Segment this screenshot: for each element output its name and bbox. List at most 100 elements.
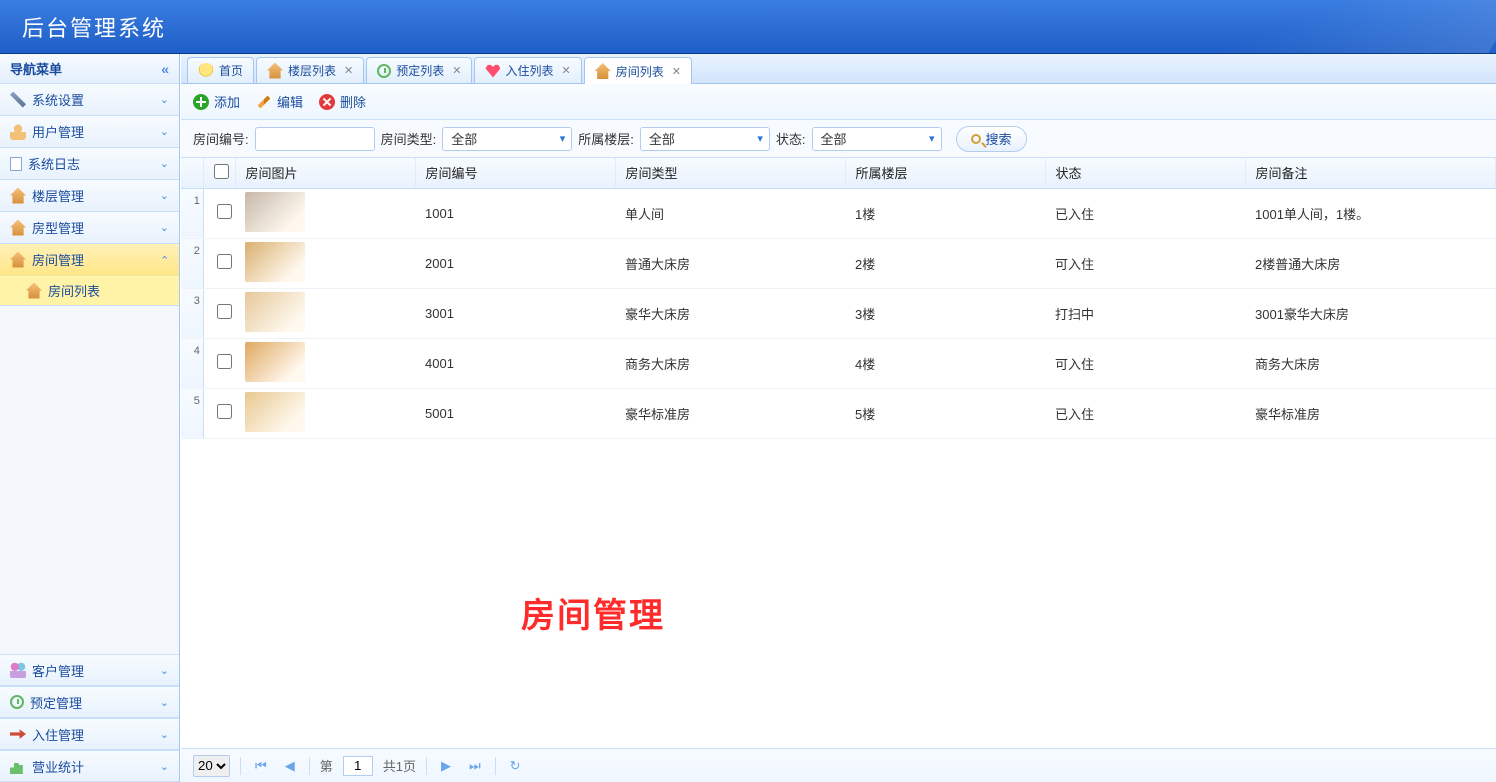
tab[interactable]: 预定列表✕ xyxy=(366,57,472,83)
chevron-down-icon: ⌄ xyxy=(160,728,169,741)
next-page-button[interactable]: ▶ xyxy=(437,758,455,774)
room-image xyxy=(245,392,305,432)
first-page-button[interactable]: ⏮ xyxy=(251,758,271,774)
sidebar-item[interactable]: 楼层管理⌄ xyxy=(0,180,179,211)
rownum-header xyxy=(181,158,203,188)
column-header[interactable]: 状态 xyxy=(1045,158,1245,188)
sidebar-item[interactable]: 房间管理⌄ xyxy=(0,244,179,275)
close-icon[interactable]: ✕ xyxy=(344,64,353,77)
table-row[interactable]: 3 3001 豪华大床房 3楼 打扫中 3001豪华大床房 xyxy=(181,288,1496,338)
sidebar-item[interactable]: 入住管理⌄ xyxy=(0,718,179,749)
table-row[interactable]: 2 2001 普通大床房 2楼 可入住 2楼普通大床房 xyxy=(181,238,1496,288)
chevron-down-icon: ⌄ xyxy=(160,125,169,138)
chevron-down-icon: ⌄ xyxy=(160,253,169,266)
edit-button[interactable]: 编辑 xyxy=(256,92,303,111)
cell-floor: 2楼 xyxy=(845,238,1045,288)
app-header: 后台管理系统 xyxy=(0,0,1496,54)
sidebar-item[interactable]: 房型管理⌄ xyxy=(0,212,179,243)
row-checkbox[interactable] xyxy=(217,354,232,369)
table-row[interactable]: 1 1001 单人间 1楼 已入住 1001单人间，1楼。 xyxy=(181,188,1496,238)
sidebar-item[interactable]: 预定管理 ⌄ xyxy=(0,686,179,717)
tab[interactable]: 房间列表✕ xyxy=(584,57,692,84)
status-select[interactable]: 全部 ▾ xyxy=(812,127,942,151)
delete-button[interactable]: 删除 xyxy=(319,92,366,111)
cell-room-no: 1001 xyxy=(415,188,615,238)
data-grid: 房间图片房间编号房间类型所属楼层状态房间备注 1 1001 单人间 1楼 已入住… xyxy=(181,158,1496,748)
search-button[interactable]: 搜索 xyxy=(956,126,1027,152)
sidebar-item[interactable]: 营业统计⌄ xyxy=(0,750,179,781)
bulb-icon xyxy=(198,63,214,79)
last-page-button[interactable]: ⏭ xyxy=(465,758,485,774)
room-no-input[interactable] xyxy=(255,127,375,151)
row-checkbox[interactable] xyxy=(217,254,232,269)
tab-label: 首页 xyxy=(219,62,243,79)
page-input[interactable] xyxy=(343,756,373,776)
cell-status: 打扫中 xyxy=(1045,288,1245,338)
column-header[interactable]: 房间编号 xyxy=(415,158,615,188)
cell-remark: 1001单人间，1楼。 xyxy=(1245,188,1496,238)
table-row[interactable]: 4 4001 商务大床房 4楼 可入住 商务大床房 xyxy=(181,338,1496,388)
row-checkbox[interactable] xyxy=(217,404,232,419)
table-row[interactable]: 5 5001 豪华标准房 5楼 已入住 豪华标准房 xyxy=(181,388,1496,438)
select-all-checkbox[interactable] xyxy=(214,164,229,179)
room-image xyxy=(245,292,305,332)
column-header[interactable]: 房间备注 xyxy=(1245,158,1496,188)
arrow-in-icon xyxy=(10,726,26,742)
sidebar-subitem[interactable]: 房间列表 xyxy=(0,275,179,305)
close-icon[interactable]: ✕ xyxy=(672,65,681,78)
cell-room-type: 豪华大床房 xyxy=(615,288,845,338)
floor-label: 所属楼层: xyxy=(578,129,634,148)
close-icon[interactable]: ✕ xyxy=(452,64,461,77)
cell-status: 已入住 xyxy=(1045,188,1245,238)
sidebar-item-label: 预定管理 xyxy=(30,693,82,712)
row-number: 1 xyxy=(181,188,203,238)
cell-floor: 1楼 xyxy=(845,188,1045,238)
cell-room-no: 2001 xyxy=(415,238,615,288)
cell-remark: 2楼普通大床房 xyxy=(1245,238,1496,288)
collapse-icon[interactable]: « xyxy=(161,61,169,77)
refresh-button[interactable]: ↻ xyxy=(506,758,525,774)
row-number: 2 xyxy=(181,238,203,288)
sidebar-item[interactable]: 系统设置⌄ xyxy=(0,84,179,115)
chevron-down-icon: ⌄ xyxy=(160,760,169,773)
cell-floor: 4楼 xyxy=(845,338,1045,388)
tab-bar: 首页楼层列表✕预定列表✕入住列表✕房间列表✕ xyxy=(181,54,1496,84)
column-header[interactable]: 房间图片 xyxy=(235,158,415,188)
add-button[interactable]: 添加 xyxy=(193,92,240,111)
room-no-label: 房间编号: xyxy=(193,129,249,148)
chevron-down-icon: ⌄ xyxy=(160,664,169,677)
close-icon[interactable]: ✕ xyxy=(562,64,571,77)
cell-remark: 3001豪华大床房 xyxy=(1245,288,1496,338)
sidebar-item[interactable]: 系统日志⌄ xyxy=(0,148,179,179)
column-header[interactable]: 所属楼层 xyxy=(845,158,1045,188)
cell-remark: 豪华标准房 xyxy=(1245,388,1496,438)
app-title: 后台管理系统 xyxy=(22,11,166,43)
sidebar-item[interactable]: 用户管理⌄ xyxy=(0,116,179,147)
content-area: 首页楼层列表✕预定列表✕入住列表✕房间列表✕ 添加 编辑 删除 房间编号: 房间… xyxy=(180,54,1496,782)
column-header[interactable]: 房间类型 xyxy=(615,158,845,188)
floor-select[interactable]: 全部 ▾ xyxy=(640,127,770,151)
room-type-select[interactable]: 全部 ▾ xyxy=(442,127,572,151)
tab-label: 入住列表 xyxy=(505,62,553,79)
prev-page-button[interactable]: ◀ xyxy=(281,758,299,774)
page-size-select[interactable]: 20 xyxy=(193,755,230,777)
floor-value: 全部 xyxy=(649,129,675,148)
chevron-down-icon: ⌄ xyxy=(160,221,169,234)
cell-room-type: 商务大床房 xyxy=(615,338,845,388)
tab[interactable]: 楼层列表✕ xyxy=(256,57,364,83)
tab[interactable]: 首页 xyxy=(187,57,254,83)
chevron-down-icon: ▾ xyxy=(929,132,935,145)
row-checkbox[interactable] xyxy=(217,304,232,319)
room-image xyxy=(245,242,305,282)
edit-label: 编辑 xyxy=(277,92,303,111)
cell-room-no: 5001 xyxy=(415,388,615,438)
row-checkbox[interactable] xyxy=(217,204,232,219)
tab[interactable]: 入住列表 ✕ xyxy=(474,57,581,83)
sidebar-item[interactable]: 客户管理⌄ xyxy=(0,654,179,685)
row-number: 5 xyxy=(181,388,203,438)
cell-room-type: 单人间 xyxy=(615,188,845,238)
house-icon xyxy=(595,63,611,79)
page-suffix: 共1页 xyxy=(383,756,416,775)
chevron-down-icon: ▾ xyxy=(757,132,763,145)
chevron-down-icon: ⌄ xyxy=(160,696,169,709)
